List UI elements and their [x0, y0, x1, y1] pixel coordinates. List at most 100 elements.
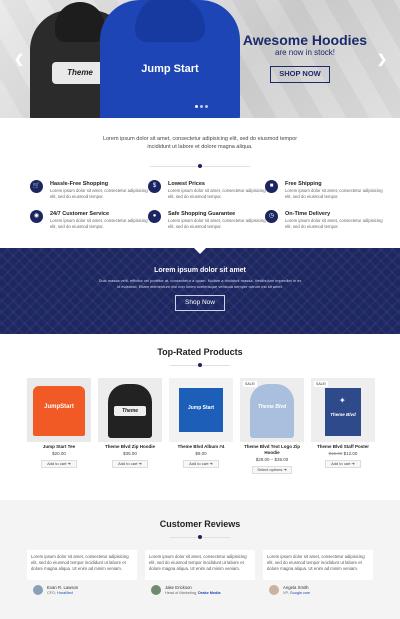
- product-price: $9.00: [195, 451, 207, 456]
- poster-logo: Theme Blvd: [330, 412, 356, 417]
- products-section-title: Top-Rated Products: [157, 347, 243, 357]
- product-name[interactable]: Theme Blvd Text Logo Zip Hoodie: [236, 444, 308, 455]
- reviewer-name: Jake Erickson: [165, 585, 192, 590]
- product-card: JumpStart Jump Start Tee $20.00 Add to c…: [27, 378, 91, 483]
- clock-icon: ◷: [265, 210, 278, 223]
- reviewer-role: CFO, HoraMed: [47, 591, 73, 595]
- feature-hassle-free-shopping: 🛒 Hassle-Free Shopping Lorem ipsum dolor…: [30, 180, 150, 210]
- reviewer-role: Head of Marketing, Drake Media: [165, 591, 221, 595]
- divider-dot: [198, 164, 202, 168]
- dollar-icon: $: [148, 180, 161, 193]
- star-icon: ✦: [339, 396, 346, 405]
- hero-subtitle: are now in stock!: [274, 48, 336, 57]
- product-price: $15.00 $12.00: [311, 451, 375, 456]
- review-text: Lorem ipsum dolor sit amet, consectetur …: [31, 554, 129, 571]
- feature-safe-shopping: ● Safe Shopping Guarantee Lorem ipsum do…: [148, 210, 268, 240]
- company-link[interactable]: HoraMed: [57, 591, 73, 595]
- avatar: [269, 585, 279, 595]
- select-options-button[interactable]: Select options ➔: [252, 466, 292, 474]
- poster-image[interactable]: Theme Blvd ✦ SALE!: [311, 378, 375, 442]
- hero-slider: Theme Jump Start: [0, 0, 400, 118]
- review-card: Lorem ipsum dolor sit amet, consectetur …: [263, 550, 373, 580]
- hoodie-logo: Theme Blvd: [257, 404, 287, 410]
- truck-icon: ■: [265, 180, 278, 193]
- hero-title: Awesome Hoodies: [242, 32, 368, 48]
- slider-dot[interactable]: [195, 105, 198, 108]
- reviews-section-title: Customer Reviews: [159, 519, 241, 529]
- product-name[interactable]: Theme Blvd Zip Hoodie: [94, 444, 166, 450]
- add-to-cart-button[interactable]: Add to cart ➔: [112, 460, 148, 468]
- reviewer: Jake Erickson Head of Marketing, Drake M…: [151, 585, 261, 599]
- product-price: $28.00 – $35.00: [255, 457, 289, 462]
- feature-desc: Lorem ipsum dolor sit amet, consectetur …: [50, 218, 148, 229]
- slider-dot[interactable]: [200, 105, 203, 108]
- feature-customer-service: ◉ 24/7 Customer Service Lorem ipsum dolo…: [30, 210, 150, 240]
- album-image[interactable]: Jump Start: [169, 378, 233, 442]
- slider-dot[interactable]: [205, 105, 208, 108]
- orange-tee-image[interactable]: JumpStart: [27, 378, 91, 442]
- tee-shape: [33, 386, 85, 436]
- product-card: Theme Blvd SALE! Theme Blvd Text Logo Zi…: [240, 378, 304, 483]
- headset-icon: ◉: [30, 210, 43, 223]
- feature-free-shipping: ■ Free Shipping Lorem ipsum dolor sit am…: [265, 180, 385, 210]
- hoodie-logo: Theme: [114, 406, 146, 416]
- add-to-cart-button[interactable]: Add to cart ➔: [325, 460, 361, 468]
- tee-logo: JumpStart: [44, 404, 74, 410]
- add-to-cart-button[interactable]: Add to cart ➔: [183, 460, 219, 468]
- banner-shop-now-button[interactable]: Shop Now: [175, 295, 225, 311]
- banner-notch: [194, 248, 206, 254]
- avatar: [33, 585, 43, 595]
- feature-lowest-prices: $ Lowest Prices Lorem ipsum dolor sit am…: [148, 180, 268, 210]
- banner-text: Duis massa velit, efficitur vel porttito…: [98, 278, 302, 289]
- banner-title: Lorem ipsum dolor sit amet: [154, 267, 246, 274]
- review-card: Lorem ipsum dolor sit amet, consectetur …: [145, 550, 255, 580]
- blue-hoodie-logo-text: Jump Start: [141, 63, 199, 75]
- feature-title: Lowest Prices: [168, 181, 205, 187]
- blue-hoodie-logo: Jump Start: [128, 60, 212, 78]
- product-card: Theme Blvd ✦ SALE! Theme Blvd Staff Post…: [311, 378, 375, 483]
- role-text: VP,: [283, 591, 290, 595]
- cart-label: Select options: [257, 467, 283, 472]
- old-price: $15.00: [328, 451, 343, 456]
- add-to-cart-button[interactable]: Add to cart ➔: [41, 460, 77, 468]
- feature-desc: Lorem ipsum dolor sit amet, consectetur …: [50, 188, 148, 199]
- cart-label: Add to cart: [118, 461, 138, 466]
- blue-hoodie-image: Jump Start: [100, 0, 240, 118]
- reviewer: Evan R. Lawson CFO, HoraMed: [33, 585, 143, 599]
- product-card: Jump Start Theme Blvd Album #4 $9.00 Add…: [169, 378, 233, 483]
- album-logo: Jump Start: [187, 405, 215, 411]
- reviewer-name: Evan R. Lawson: [47, 585, 79, 590]
- feature-title: Free Shipping: [285, 181, 322, 187]
- product-name[interactable]: Theme Blvd Album #4: [165, 444, 237, 450]
- feature-title: Hassle-Free Shopping: [50, 181, 109, 187]
- sale-badge: SALE!: [243, 381, 257, 387]
- product-card: Theme Theme Blvd Zip Hoodie $35.00 Add t…: [98, 378, 162, 483]
- cart-label: Add to cart: [189, 461, 209, 466]
- product-name[interactable]: Theme Blvd Staff Poster: [307, 444, 379, 450]
- product-name[interactable]: Jump Start Tee: [23, 444, 95, 450]
- cart-label: Add to cart: [331, 461, 351, 466]
- feature-desc: Lorem ipsum dolor sit amet, consectetur …: [285, 218, 383, 229]
- reviewer-name: Angela Smith: [283, 585, 309, 590]
- company-link[interactable]: Drake Media: [198, 591, 220, 595]
- reviewer-role: VP, Google.com: [283, 591, 310, 595]
- sale-badge: SALE!: [314, 381, 328, 387]
- company-link[interactable]: Google.com: [290, 591, 310, 595]
- cart-label: Add to cart: [47, 461, 67, 466]
- divider-dot: [198, 363, 202, 367]
- hood-shape: [135, 0, 205, 42]
- slider-pagination[interactable]: [195, 105, 208, 108]
- black-hoodie-product-image[interactable]: Theme: [98, 378, 162, 442]
- feature-title: On-Time Delivery: [285, 211, 331, 217]
- avatar: [151, 585, 161, 595]
- chevron-right-icon[interactable]: ❯: [377, 52, 387, 66]
- blue-hoodie-product-image[interactable]: Theme Blvd SALE!: [240, 378, 304, 442]
- hoodie-shape: [250, 384, 294, 438]
- role-text: Head of Marketing,: [165, 591, 199, 595]
- promo-banner: [0, 248, 400, 334]
- feature-desc: Lorem ipsum dolor sit amet, consectetur …: [168, 218, 266, 229]
- chevron-left-icon[interactable]: ❮: [14, 52, 24, 66]
- shop-now-button[interactable]: SHOP NOW: [270, 66, 330, 83]
- review-text: Lorem ipsum dolor sit amet, consectetur …: [267, 554, 365, 571]
- review-card: Lorem ipsum dolor sit amet, consectetur …: [27, 550, 137, 580]
